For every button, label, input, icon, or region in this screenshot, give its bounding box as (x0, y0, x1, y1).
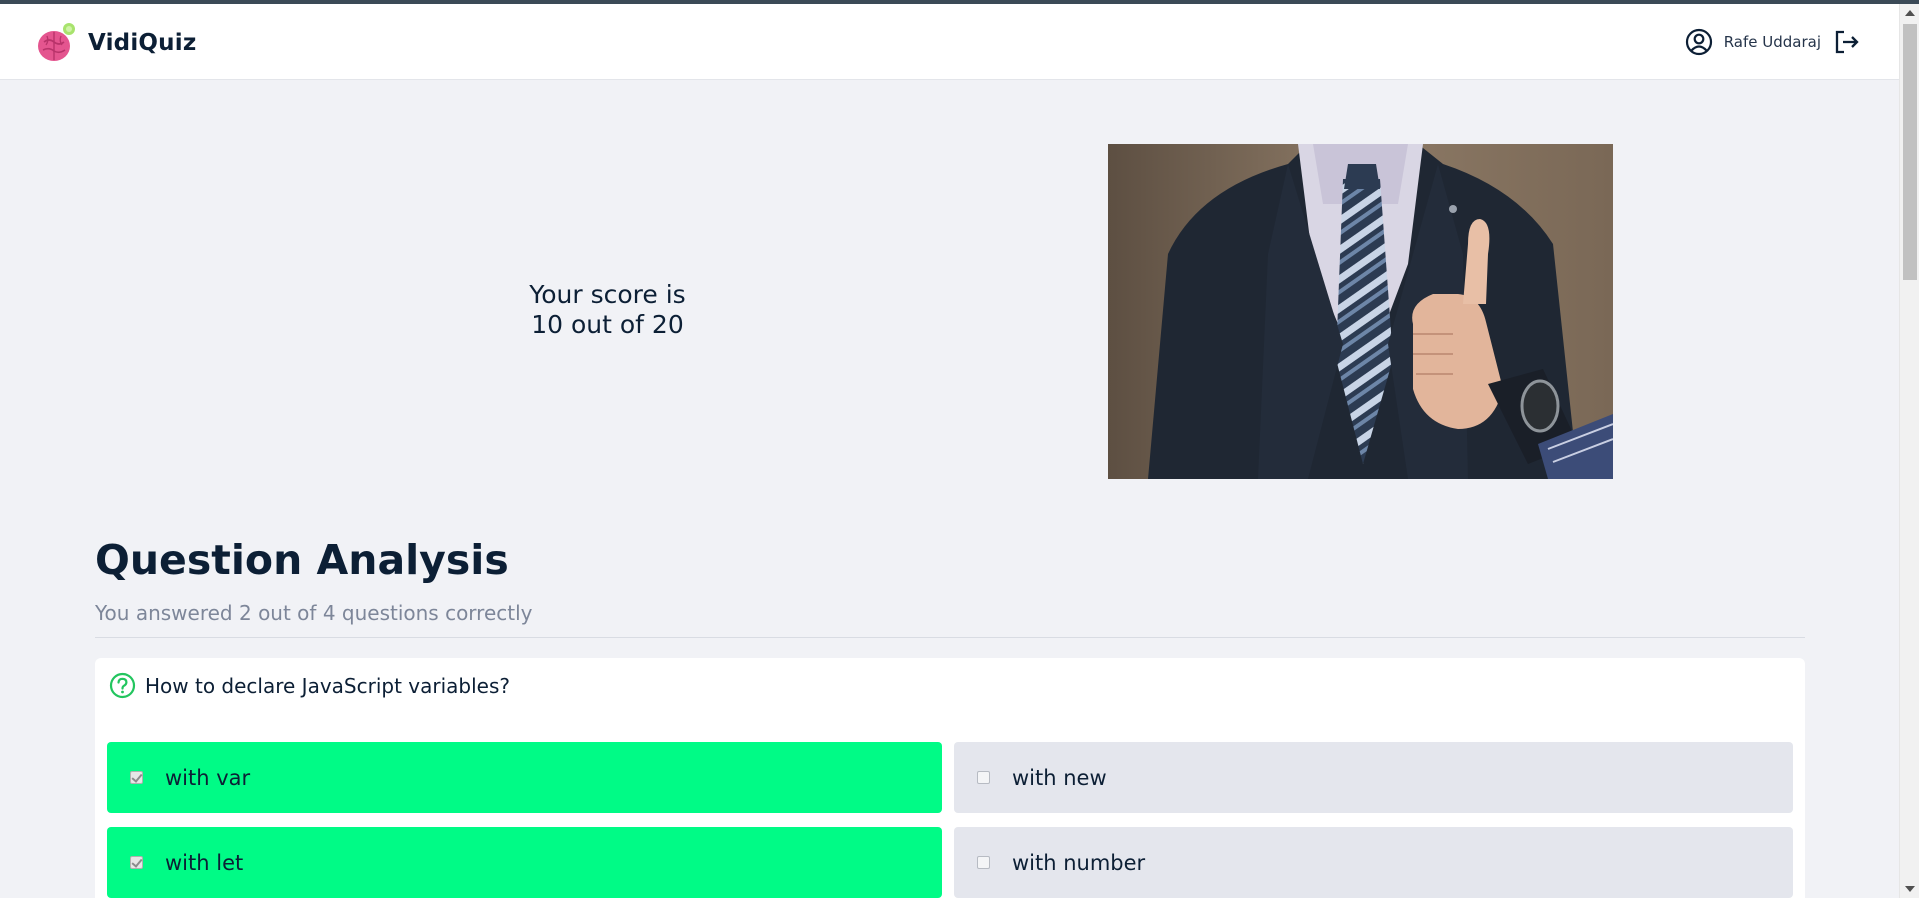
vertical-scrollbar[interactable] (1899, 4, 1919, 898)
user-menu: Rafe Uddaraj (1684, 27, 1861, 57)
analysis-title: Question Analysis (95, 536, 509, 584)
question-circle-icon (109, 672, 136, 699)
answer-option[interactable]: with number (954, 827, 1793, 898)
scroll-up-arrow-icon[interactable] (1905, 10, 1915, 16)
logout-icon[interactable] (1833, 28, 1861, 56)
checkbox-unchecked[interactable] (977, 771, 990, 784)
score-display: Your score is 10 out of 20 (480, 280, 735, 340)
thumbs-up-image (1108, 144, 1613, 479)
option-label: with let (165, 850, 244, 875)
checkbox-checked[interactable] (130, 771, 143, 784)
score-label: Your score is (529, 280, 686, 309)
thumbs-up-illustration (1108, 144, 1613, 479)
answer-option[interactable]: with new (954, 742, 1793, 813)
user-name[interactable]: Rafe Uddaraj (1724, 33, 1821, 51)
brain-logo-icon (38, 23, 75, 61)
app-title: VidiQuiz (88, 30, 197, 56)
checkbox-unchecked[interactable] (977, 856, 990, 869)
analysis-subtitle: You answered 2 out of 4 questions correc… (95, 601, 533, 625)
scroll-thumb[interactable] (1903, 24, 1917, 280)
divider (95, 637, 1805, 638)
option-label: with var (165, 765, 251, 790)
answer-option-correct[interactable]: with var (107, 742, 942, 813)
option-label: with number (1012, 850, 1146, 875)
checkbox-checked[interactable] (130, 856, 143, 869)
option-label: with new (1012, 765, 1107, 790)
navbar: VidiQuiz Rafe Uddaraj (0, 4, 1899, 80)
score-value: 10 out of 20 (531, 310, 684, 339)
user-circle-icon[interactable] (1684, 27, 1714, 57)
question-text: How to declare JavaScript variables? (145, 673, 511, 698)
scroll-down-arrow-icon[interactable] (1905, 886, 1915, 892)
answer-option-correct[interactable]: with let (107, 827, 942, 898)
logo-link[interactable]: VidiQuiz (36, 22, 196, 64)
question-card: How to declare JavaScript variables? wit… (95, 658, 1805, 898)
question-header: How to declare JavaScript variables? (109, 672, 510, 699)
